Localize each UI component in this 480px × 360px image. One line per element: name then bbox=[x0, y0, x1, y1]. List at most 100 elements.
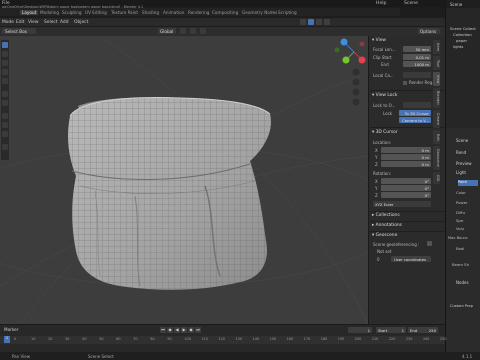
cursor-location-x[interactable]: 0 m bbox=[381, 147, 431, 153]
start-frame-field[interactable]: Start 1 bbox=[376, 327, 406, 333]
scene-name[interactable]: Scene bbox=[450, 2, 462, 7]
cursor-rotation-x[interactable]: 0° bbox=[381, 178, 431, 184]
frame-tick-label: 20 bbox=[48, 337, 53, 341]
focal-length-label: Focal Len... bbox=[373, 47, 396, 52]
tab-texture-paint[interactable]: Texture Paint bbox=[111, 10, 138, 15]
playback-controls: ⏮ ◆ ◀ ▶ ◆ ⏭ bbox=[160, 327, 214, 333]
nodes-section[interactable]: Nodes bbox=[456, 280, 469, 285]
geoscene-section-header[interactable]: ▾ Geoscene bbox=[372, 233, 397, 238]
color-label: Color bbox=[456, 190, 466, 195]
play-icon[interactable]: ▶ bbox=[181, 327, 187, 333]
tab-create[interactable]: Create bbox=[433, 110, 440, 128]
next-keyframe-icon[interactable]: ◆ bbox=[188, 327, 194, 333]
scene-header: Scene bbox=[446, 0, 480, 8]
gear-icon[interactable] bbox=[427, 241, 432, 246]
3d-viewport[interactable] bbox=[0, 36, 368, 324]
cursor-rotation-z[interactable]: 0° bbox=[381, 192, 431, 198]
tab-blender[interactable]: Blender bbox=[433, 88, 440, 108]
tab-geoscene[interactable]: Geoscene bbox=[433, 146, 440, 170]
collections-section-header[interactable]: ▸ Collections bbox=[372, 213, 400, 218]
camera-to-view-toggle[interactable]: Camera to V... bbox=[399, 117, 431, 123]
tab-layout[interactable]: Layout bbox=[20, 10, 39, 15]
tab-tool[interactable]: Tool bbox=[433, 56, 440, 70]
volume-label: Volu bbox=[456, 226, 465, 231]
focal-length-field[interactable]: 50 mm bbox=[403, 46, 431, 52]
menu-select[interactable]: Select bbox=[44, 20, 58, 25]
clip-end-field[interactable]: 1000 m bbox=[403, 61, 431, 67]
tab-modeling[interactable]: Modeling bbox=[40, 10, 59, 15]
view-section-header[interactable]: ▾ View bbox=[372, 38, 386, 43]
frame-ruler[interactable]: 1 0 10 20 30 40 50 60 70 80 90 100 110 120 130 140 150 1… bbox=[0, 336, 446, 344]
frame-tick-label: 200 bbox=[354, 337, 362, 341]
tab-compositing[interactable]: Compositing bbox=[212, 10, 238, 15]
select-box-tool[interactable]: Select Box bbox=[2, 28, 36, 34]
point-light-button[interactable]: Point bbox=[458, 180, 478, 186]
prev-keyframe-icon[interactable]: ◆ bbox=[167, 327, 173, 333]
menu-add[interactable]: Add bbox=[60, 20, 69, 25]
frame-tick-label: 30 bbox=[65, 337, 70, 341]
user-coordinates-button[interactable]: User coordinates bbox=[391, 256, 431, 262]
menu-edit[interactable]: Edit bbox=[16, 20, 25, 25]
custom-properties-section[interactable]: Custom Prop bbox=[450, 304, 473, 308]
lock-to-object-field[interactable] bbox=[403, 102, 431, 108]
rotation-mode-dropdown[interactable]: XYZ Euler bbox=[373, 201, 431, 207]
tab-gis[interactable]: GIS bbox=[433, 172, 440, 184]
marker-menu[interactable]: Marker bbox=[4, 327, 18, 332]
menu-view[interactable]: View bbox=[28, 20, 38, 25]
preview-section[interactable]: Preview bbox=[456, 161, 472, 166]
view-lock-section-header[interactable]: ▾ View Lock bbox=[372, 93, 397, 98]
outliner-item[interactable]: lights bbox=[453, 44, 463, 49]
frame-tick-label: 210 bbox=[371, 337, 379, 341]
proportional-edit-icon[interactable] bbox=[200, 28, 206, 34]
rot-x-label: X bbox=[375, 179, 378, 184]
outliner-item[interactable]: paper bbox=[456, 38, 467, 43]
outliner-item[interactable]: Scene Collect bbox=[450, 26, 476, 31]
options-dropdown[interactable]: Options bbox=[418, 28, 440, 34]
wireframe-icon[interactable] bbox=[300, 19, 306, 25]
scene-selector[interactable]: Scene bbox=[404, 1, 418, 6]
tab-scripting[interactable]: Scripting bbox=[278, 10, 297, 15]
frame-tick-label: 10 bbox=[31, 337, 36, 341]
rendered-shading-icon[interactable] bbox=[324, 19, 330, 25]
outliner-item[interactable]: Collection bbox=[453, 32, 472, 37]
transform-orientation[interactable]: Global bbox=[158, 28, 176, 34]
tab-rendering[interactable]: Rendering bbox=[188, 10, 209, 15]
menu-object[interactable]: Object bbox=[74, 20, 88, 25]
select-box-label: Select Box bbox=[5, 29, 28, 34]
properties-tab[interactable]: Rend bbox=[456, 150, 466, 155]
mode-selector[interactable]: Mode bbox=[2, 20, 14, 25]
local-camera-field[interactable] bbox=[403, 72, 431, 78]
cursor-rotation-y[interactable]: 0° bbox=[381, 185, 431, 191]
light-section[interactable]: Light bbox=[456, 170, 466, 175]
render-region-checkbox[interactable] bbox=[403, 81, 407, 85]
jump-end-icon[interactable]: ⏭ bbox=[195, 327, 201, 333]
end-frame-field[interactable]: End 250 bbox=[408, 327, 438, 333]
current-frame-field[interactable]: 1 bbox=[348, 327, 372, 333]
playhead[interactable]: 1 bbox=[4, 336, 10, 343]
point-light-label: Point bbox=[458, 180, 467, 184]
tab-item[interactable]: Item bbox=[433, 40, 440, 54]
tab-sculpting[interactable]: Sculpting bbox=[62, 10, 82, 15]
material-preview-icon[interactable] bbox=[316, 19, 322, 25]
focal-length-value: 50 mm bbox=[415, 47, 429, 52]
play-reverse-icon[interactable]: ◀ bbox=[174, 327, 180, 333]
3d-cursor-section-header[interactable]: ▾ 3D Cursor bbox=[372, 130, 398, 135]
cursor-location-x-value: 0 m bbox=[421, 148, 429, 153]
jump-start-icon[interactable]: ⏮ bbox=[160, 327, 166, 333]
pivot-icon[interactable] bbox=[180, 28, 186, 34]
beam-shape-label[interactable]: Beam Sh bbox=[452, 262, 469, 267]
tab-geometry-nodes[interactable]: Geometry Nodes bbox=[242, 10, 277, 15]
tab-edit[interactable]: Edit bbox=[433, 130, 440, 144]
to-3d-cursor-toggle[interactable]: To 3D Cursor bbox=[399, 110, 431, 116]
paper-bag-mesh bbox=[68, 97, 272, 290]
tab-view[interactable]: View bbox=[433, 72, 440, 86]
snap-icon[interactable] bbox=[190, 28, 196, 34]
tab-shading[interactable]: Shading bbox=[142, 10, 159, 15]
tab-animation[interactable]: Animation bbox=[163, 10, 184, 15]
solid-shading-icon[interactable] bbox=[308, 19, 314, 25]
clip-start-field[interactable]: 0.01 m bbox=[403, 54, 431, 60]
cursor-location-z[interactable]: 0 m bbox=[381, 161, 431, 167]
annotations-section-header[interactable]: ▸ Annotations bbox=[372, 223, 402, 228]
tab-uv-editing[interactable]: UV Editing bbox=[85, 10, 107, 15]
cursor-location-y[interactable]: 0 m bbox=[381, 154, 431, 160]
